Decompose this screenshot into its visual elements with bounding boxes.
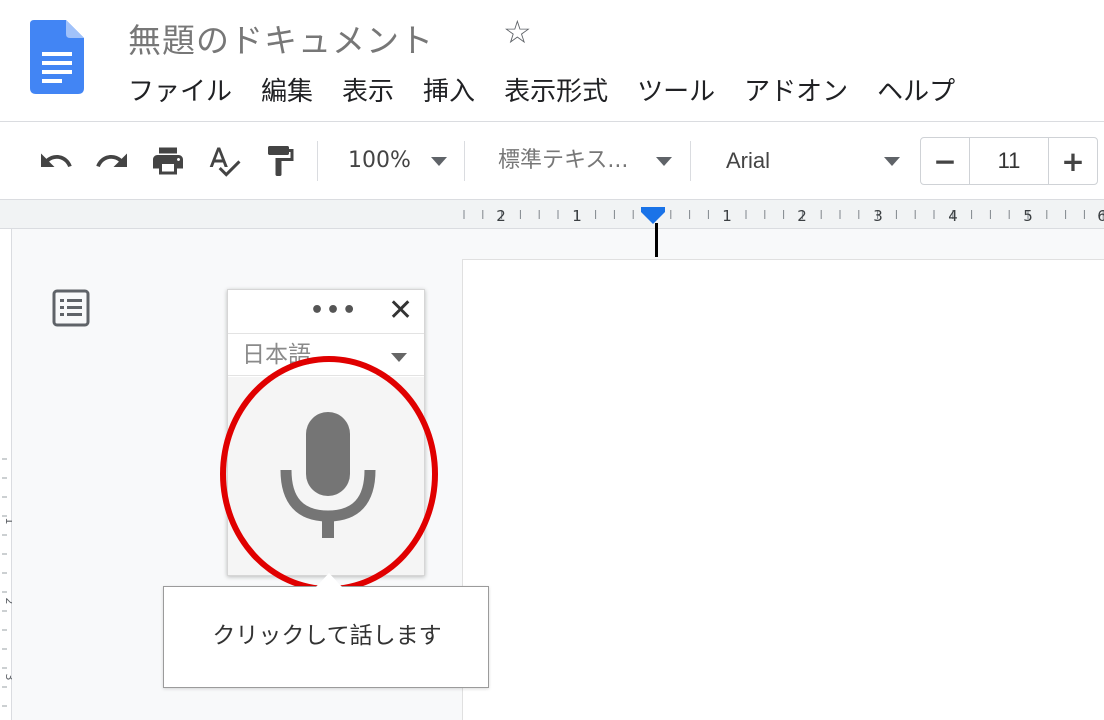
ruler-label: 6 [1097, 207, 1104, 225]
document-title[interactable]: 無題のドキュメント [128, 14, 434, 62]
tooltip-text: クリックして話します [212, 623, 442, 649]
vertical-ruler-label: 2 [3, 598, 12, 605]
zoom-caret-icon[interactable] [431, 157, 447, 166]
ruler-label: 2 [496, 207, 506, 225]
close-icon[interactable]: ✕ [388, 296, 413, 326]
document-outline-icon[interactable] [52, 289, 90, 327]
google-docs-logo-icon[interactable] [30, 20, 84, 94]
tooltip: クリックして話します [163, 586, 489, 688]
style-caret-icon[interactable] [656, 157, 672, 166]
menu-insert[interactable]: 挿入 [423, 74, 475, 110]
voice-typing-header[interactable]: ••• ✕ [228, 290, 424, 334]
ruler-label: 2 [797, 207, 807, 225]
style-select[interactable]: 標準テキス... [498, 145, 628, 177]
toolbar-divider [690, 141, 691, 181]
undo-icon[interactable] [38, 143, 74, 179]
menu-help[interactable]: ヘルプ [877, 74, 955, 110]
horizontal-ruler[interactable]: 2 1 1 2 3 4 5 6 [0, 199, 1104, 229]
toolbar-divider [464, 141, 465, 181]
increase-font-size-button[interactable]: + [1049, 138, 1097, 184]
indent-marker-icon[interactable] [641, 207, 665, 224]
star-icon[interactable]: ☆ [503, 16, 532, 48]
spellcheck-icon[interactable] [206, 143, 242, 179]
app-header: 無題のドキュメント ☆ ファイル 編集 表示 挿入 表示形式 ツール アドオン … [0, 0, 1104, 122]
document-page[interactable] [462, 259, 1104, 720]
chevron-down-icon [391, 353, 407, 362]
menu-bar: ファイル 編集 表示 挿入 表示形式 ツール アドオン ヘルプ [128, 74, 984, 110]
font-size-input[interactable]: 11 [969, 138, 1049, 184]
tooltip-arrow [316, 573, 342, 587]
toolbar-divider [317, 141, 318, 181]
menu-tools[interactable]: ツール [637, 74, 715, 110]
vertical-ruler-ticks: 1 2 3 [2, 458, 12, 707]
decrease-font-size-button[interactable]: − [921, 138, 969, 184]
vertical-ruler-label: 3 [3, 674, 12, 681]
font-caret-icon[interactable] [884, 157, 900, 166]
ruler-label: 1 [722, 207, 732, 225]
toolbar: 100% 標準テキス... Arial − 11 + [0, 123, 1104, 199]
text-cursor [655, 223, 658, 257]
font-size-stepper: − 11 + [920, 137, 1098, 185]
menu-edit[interactable]: 編集 [261, 74, 313, 110]
ruler-label: 4 [948, 207, 958, 225]
highlight-circle [220, 356, 438, 592]
zoom-select[interactable]: 100% [348, 145, 411, 177]
ruler-label: 1 [572, 207, 582, 225]
ruler-label: 3 [873, 207, 883, 225]
more-horizontal-icon[interactable]: ••• [310, 300, 358, 322]
menu-addons[interactable]: アドオン [744, 74, 848, 110]
print-icon[interactable] [150, 143, 186, 179]
vertical-ruler-label: 1 [3, 518, 12, 525]
ruler-label: 5 [1023, 207, 1033, 225]
redo-icon[interactable] [94, 143, 130, 179]
font-select[interactable]: Arial [726, 145, 770, 177]
menu-file[interactable]: ファイル [128, 74, 232, 110]
vertical-ruler[interactable]: 1 2 3 [0, 229, 12, 720]
menu-view[interactable]: 表示 [342, 74, 394, 110]
ruler-ticks: 2 1 1 2 3 4 5 6 [463, 207, 1104, 225]
menu-format[interactable]: 表示形式 [504, 74, 608, 110]
paint-format-icon[interactable] [262, 143, 298, 179]
